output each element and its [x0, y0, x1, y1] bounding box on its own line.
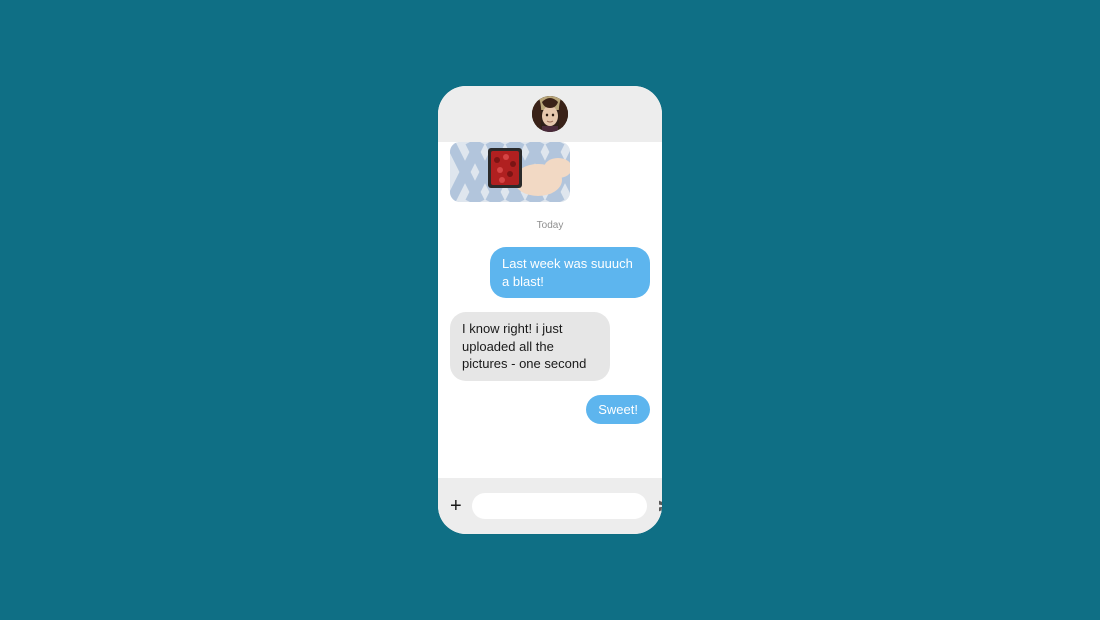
message-thread: Today Last week was suuuch a blast! I kn… — [438, 142, 662, 478]
message-received[interactable]: I know right! i just uploaded all the pi… — [450, 312, 610, 381]
avatar-icon — [532, 96, 568, 132]
chat-phone-frame: Today Last week was suuuch a blast! I kn… — [438, 86, 662, 534]
chat-header — [438, 86, 662, 142]
send-button[interactable] — [657, 497, 662, 515]
thread-timestamp: Today — [448, 220, 652, 231]
contact-avatar[interactable] — [532, 96, 568, 132]
message-sent[interactable]: Last week was suuuch a blast! — [490, 247, 650, 298]
add-attachment-button[interactable]: + — [450, 496, 462, 516]
message-sent[interactable]: Sweet! — [586, 395, 650, 425]
attachment-thumbnail-icon — [450, 142, 570, 202]
message-input[interactable] — [472, 493, 647, 519]
image-attachment[interactable] — [450, 142, 570, 202]
message-composer: + — [438, 478, 662, 534]
send-icon — [657, 498, 662, 514]
